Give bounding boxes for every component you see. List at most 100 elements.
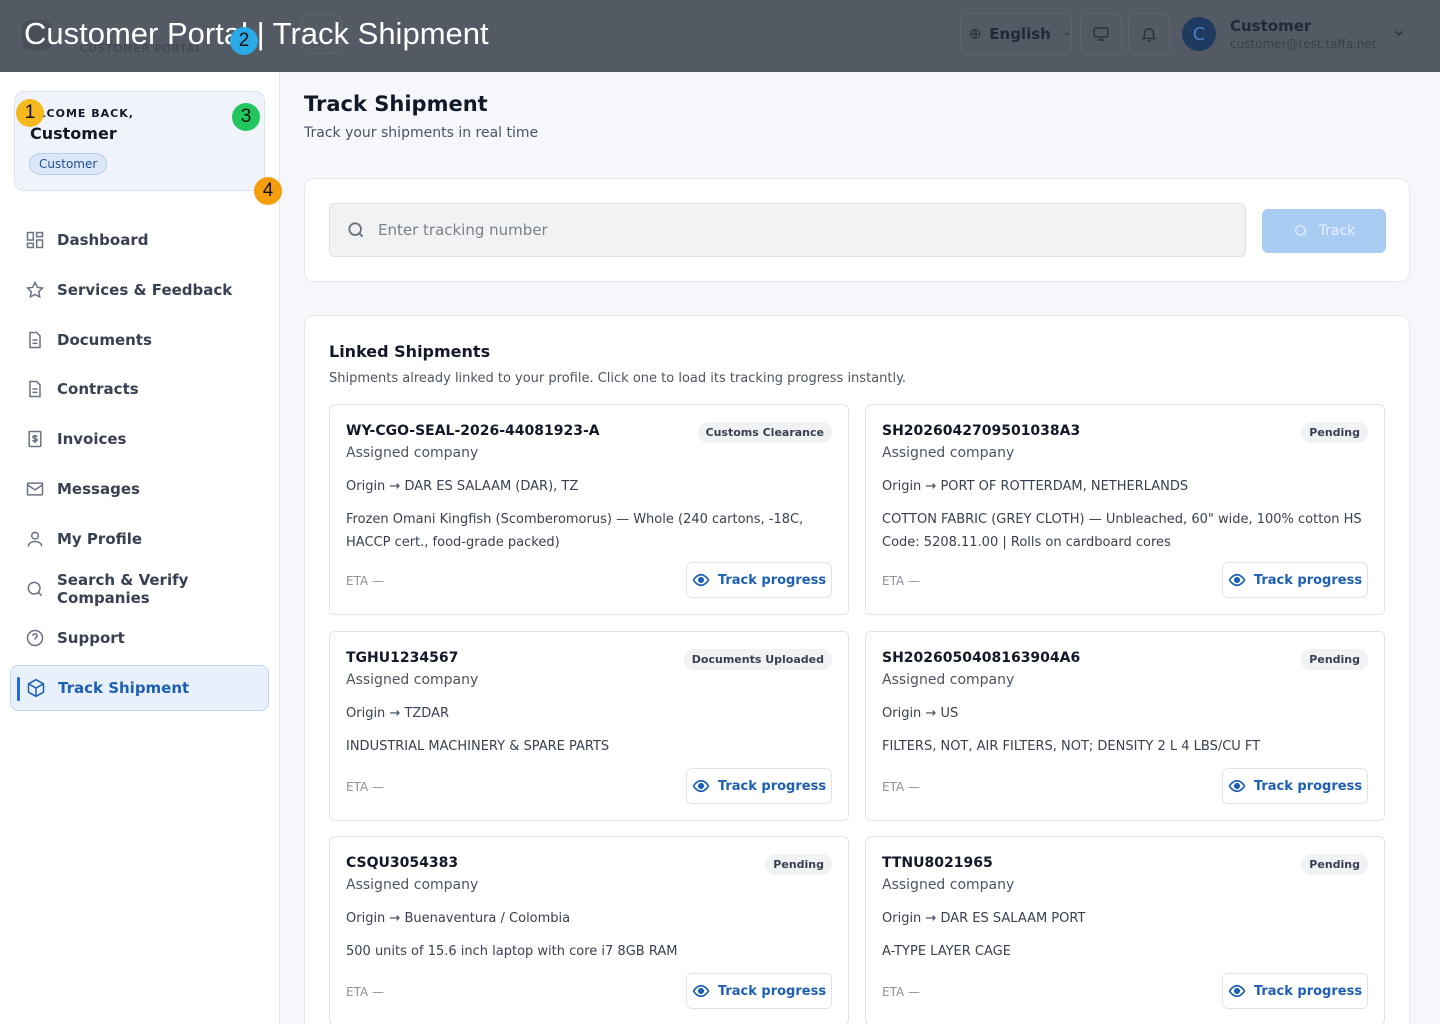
sidebar-item-label: My Profile [57,529,143,548]
shipment-id: SH2026050408163904A6 [882,650,1081,666]
shipment-description: 500 units of 15.6 inch laptop with core … [346,944,678,959]
shipment-card[interactable]: SH2026042709501038A3 Pending Assigned co… [865,404,1385,615]
eye-icon [1228,984,1246,998]
eye-icon [692,779,710,793]
role-badge: Customer [29,153,108,175]
sidebar-item-support[interactable]: Support [10,615,269,661]
sidebar-item-services-feedback[interactable]: Services & Feedback [10,267,269,313]
sidebar-item-documents[interactable]: Documents [10,317,269,363]
shipment-company: Assigned company [346,672,479,688]
shipment-origin: Origin → PORT OF ROTTERDAM, NETHERLANDS [882,479,1189,494]
sidebar-item-label: Messages [57,479,140,498]
track-progress-label: Track progress [1253,778,1363,794]
status-badge: Pending [1301,422,1368,443]
document-icon [25,330,45,350]
shipment-id: TTNU8021965 [882,855,993,871]
track-progress-button[interactable]: Track progress [686,768,832,804]
shipment-description: A-TYPE LAYER CAGE [882,944,1011,959]
sidebar-item-label: Support [57,629,125,648]
sidebar-item-search-verify[interactable]: Search & Verify Companies [10,566,269,612]
status-badge: Documents Uploaded [683,649,832,670]
bell-icon [1141,28,1157,42]
sidebar-item-label: Invoices [57,430,127,449]
chevron-down-icon [1064,32,1070,36]
shipment-card[interactable]: TGHU1234567 Documents Uploaded Assigned … [329,631,849,821]
welcome-label: ELCOME BACK, [30,107,134,120]
shipment-company: Assigned company [882,672,1015,688]
welcome-name: Customer [30,124,117,143]
status-badge: Customs Clearance [697,422,832,443]
sidebar-item-dashboard[interactable]: Dashboard [10,217,269,263]
track-progress-button[interactable]: Track progress [1222,562,1368,598]
sidebar-item-track-shipment[interactable]: Track Shipment [10,665,269,712]
notifications-button[interactable] [1128,13,1170,55]
sidebar-item-invoices[interactable]: Invoices [10,416,269,462]
shipment-origin: Origin → US [882,706,959,721]
eye-icon [1228,779,1246,793]
sidebar-item-label: Contracts [57,380,139,399]
track-progress-label: Track progress [717,778,827,794]
shipment-origin: Origin → TZDAR [346,706,450,721]
globe-icon [970,28,981,40]
shipment-description: COTTON FABRIC (GREY CLOTH) — Unbleached,… [882,512,1362,550]
status-badge: Pending [765,854,832,875]
search-icon [348,222,364,238]
sidebar-nav: Dashboard Services & Feedback Documents … [10,217,269,715]
language-selector[interactable]: English [960,13,1072,55]
sidebar-item-label: Search & Verify Companies [57,570,189,607]
eye-icon [1228,573,1246,587]
track-button[interactable]: Track [1262,209,1386,253]
sidebar-item-my-profile[interactable]: My Profile [10,516,269,562]
search-icon [1294,224,1307,237]
track-button-label: Track [1318,223,1356,239]
linked-shipments-card: Linked Shipments Shipments already linke… [304,315,1410,1024]
shipment-card[interactable]: CSQU3054383 Pending Assigned company Ori… [329,836,849,1024]
sidebar-item-label: Track Shipment [58,679,190,698]
shipment-id: TGHU1234567 [346,650,459,666]
star-icon [25,280,45,300]
help-icon [25,628,45,648]
marker-2: 2 [230,27,258,55]
shipment-description: INDUSTRIAL MACHINERY & SPARE PARTS [346,739,610,754]
linked-shipments-subtitle: Shipments already linked to your profile… [329,371,907,386]
shipment-card[interactable]: TTNU8021965 Pending Assigned company Ori… [865,836,1385,1024]
sidebar-item-label: Services & Feedback [57,280,233,299]
linked-shipments-title: Linked Shipments [329,342,491,361]
chevron-down-icon [1394,30,1404,36]
track-progress-button[interactable]: Track progress [686,562,832,598]
shipment-origin: Origin → Buenaventura / Colombia [346,911,571,926]
track-progress-button[interactable]: Track progress [1222,768,1368,804]
shipment-company: Assigned company [882,877,1015,893]
shipment-card[interactable]: WY-CGO-SEAL-2026-44081923-A Customs Clea… [329,404,849,615]
status-badge: Pending [1301,854,1368,875]
eye-icon [692,984,710,998]
track-progress-button[interactable]: Track progress [1222,973,1368,1009]
shipment-origin: Origin → DAR ES SALAAM PORT [882,911,1086,926]
language-label: English [989,25,1051,43]
display-button[interactable] [1080,13,1122,55]
status-badge: Pending [1301,649,1368,670]
sidebar-item-contracts[interactable]: Contracts [10,366,269,412]
welcome-card: ELCOME BACK, Customer Customer [14,91,265,191]
user-menu[interactable]: C Customer customer@test.taffa.net [1182,14,1418,54]
page-title: Track Shipment [304,92,488,116]
shipment-company: Assigned company [346,445,479,461]
mail-icon [25,479,45,499]
shipment-card[interactable]: SH2026050408163904A6 Pending Assigned co… [865,631,1385,821]
package-icon [26,678,46,698]
invoice-icon [25,429,45,449]
track-progress-button[interactable]: Track progress [686,973,832,1009]
sidebar: ELCOME BACK, Customer Customer Dashboard… [0,72,280,1024]
sidebar-item-messages[interactable]: Messages [10,466,269,512]
avatar: C [1182,17,1216,51]
shipment-eta: ETA — [346,780,385,794]
track-progress-label: Track progress [717,572,827,588]
marker-4: 4 [254,177,282,205]
user-name: Customer [1230,17,1312,35]
shipment-company: Assigned company [882,445,1015,461]
shipment-eta: ETA — [346,985,385,999]
sidebar-item-label: Dashboard [57,231,149,249]
track-progress-label: Track progress [717,983,827,999]
tracking-number-input[interactable]: Enter tracking number [329,203,1246,257]
shipment-description: Frozen Omani Kingfish (Scomberomorus) — … [346,512,804,550]
